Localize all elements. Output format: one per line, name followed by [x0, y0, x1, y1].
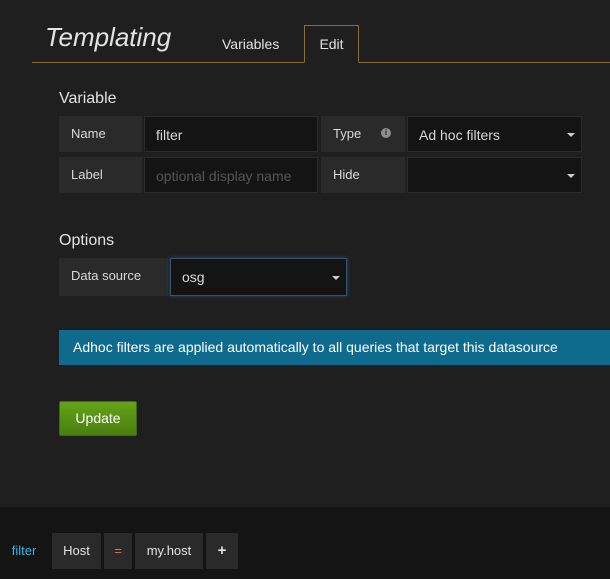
- hide-select[interactable]: [407, 157, 582, 193]
- label-label: Label: [59, 157, 142, 193]
- type-label: Type i: [321, 116, 405, 152]
- datasource-select[interactable]: osg: [170, 258, 347, 296]
- label-input-placeholder: optional display name: [156, 168, 292, 184]
- datasource-select-value: osg: [182, 269, 205, 285]
- hide-label: Hide: [321, 157, 405, 193]
- tab-edit[interactable]: Edit: [304, 25, 359, 63]
- adhoc-filter-value[interactable]: my.host: [135, 533, 203, 569]
- type-select-value: Ad hoc filters: [419, 127, 500, 143]
- update-button[interactable]: Update: [59, 401, 137, 436]
- adhoc-filter-operator[interactable]: =: [104, 533, 132, 569]
- chevron-down-icon: [567, 174, 575, 178]
- add-filter-button[interactable]: +: [206, 533, 238, 569]
- label-input[interactable]: optional display name: [144, 157, 318, 193]
- adhoc-variable-name: filter: [0, 533, 48, 569]
- name-input[interactable]: filter: [144, 116, 318, 152]
- variable-section-title: Variable: [59, 90, 117, 107]
- type-select[interactable]: Ad hoc filters: [407, 116, 582, 152]
- chevron-down-icon: [332, 276, 340, 280]
- page-title: Templating: [45, 22, 172, 52]
- options-section-title: Options: [59, 232, 115, 249]
- info-banner: Adhoc filters are applied automatically …: [59, 330, 610, 365]
- info-icon[interactable]: i: [381, 128, 391, 138]
- page-header: Templating Variables Edit: [0, 0, 610, 64]
- tab-variables[interactable]: Variables: [208, 26, 293, 62]
- chevron-down-icon: [567, 133, 575, 137]
- adhoc-filter-key[interactable]: Host: [52, 533, 101, 569]
- type-label-text: Type: [333, 126, 362, 141]
- datasource-label: Data source: [59, 258, 168, 296]
- name-label: Name: [59, 116, 142, 152]
